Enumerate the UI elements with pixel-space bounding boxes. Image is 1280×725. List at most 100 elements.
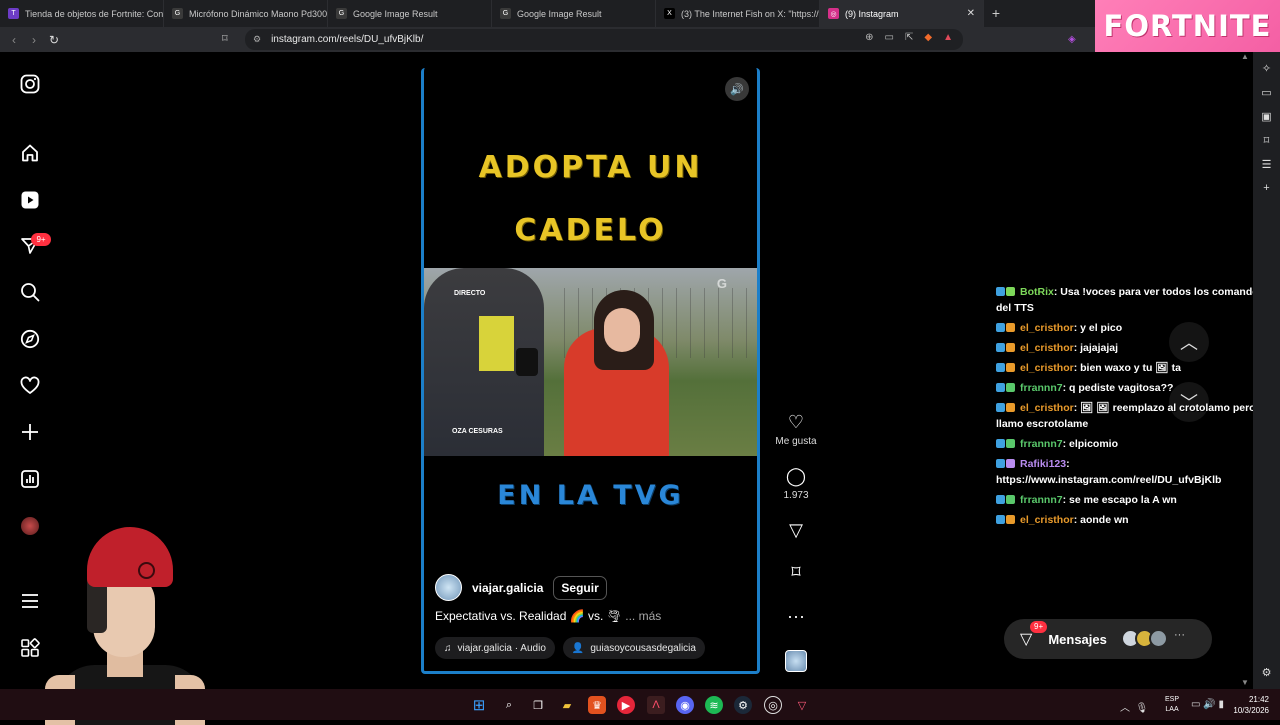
chat-username[interactable]: el_cristhor	[1020, 402, 1074, 414]
caption-more-link[interactable]: ... más	[625, 609, 661, 623]
chat-message: Rafiki123: https://www.instagram.com/ree…	[996, 456, 1280, 488]
screen-icon[interactable]: ▭	[885, 32, 894, 43]
comment-button[interactable]: ◯ 1.973	[771, 466, 821, 501]
windows-start-icon[interactable]: ⊞	[470, 696, 488, 714]
tray-icons[interactable]: ︿ 🎙	[1120, 699, 1148, 714]
grid-icon[interactable]	[20, 638, 40, 658]
messages-button[interactable]: ▽ 9+ Mensajes ···	[1004, 619, 1212, 659]
chat-username[interactable]: BotRix	[1020, 286, 1054, 298]
video-icon[interactable]: ▭	[1259, 86, 1274, 99]
save-button[interactable]: ⌑	[771, 562, 821, 584]
page-scrollbar[interactable]: ▲ ▼	[1240, 52, 1250, 689]
add-icon[interactable]: +	[1259, 182, 1274, 194]
menu-icon[interactable]	[20, 591, 40, 611]
channel-watermark: G	[716, 276, 727, 291]
stream-chat: BotRix: Usa !voces para ver todos los co…	[996, 284, 1280, 532]
reel-video[interactable]: 🔊 ADOPTA UN CADELO DIRECTO G OZA CESURAS…	[421, 68, 760, 674]
tagged-user-chip[interactable]: 👤 guiasoycousasdegalicia	[562, 637, 705, 659]
share-button[interactable]: ▽	[771, 520, 821, 542]
chat-username[interactable]: el_cristhor	[1020, 514, 1074, 526]
chat-username[interactable]: frrannn7	[1020, 438, 1063, 450]
browser-tab[interactable]: G Google Image Result	[492, 0, 656, 27]
chat-badge-icon	[1006, 515, 1015, 524]
instagram-logo-icon[interactable]	[20, 74, 40, 94]
search-icon[interactable]: ⌕	[500, 696, 518, 714]
chat-badge-icon	[996, 495, 1005, 504]
profile-avatar[interactable]	[21, 517, 39, 535]
author-name[interactable]: viajar.galicia	[472, 581, 543, 595]
follow-button[interactable]: Seguir	[553, 575, 607, 600]
chat-username[interactable]: el_cristhor	[1020, 322, 1074, 334]
audio-chip[interactable]: ♫ viajar.galicia · Audio	[435, 637, 555, 659]
browser-tab[interactable]: T Tienda de objetos de Fortnite: Conte	[0, 0, 164, 27]
reels-icon[interactable]	[20, 190, 40, 210]
avatar	[1149, 629, 1168, 648]
app-icon[interactable]: Λ	[647, 696, 665, 714]
close-tab-icon[interactable]: ✕	[967, 8, 975, 19]
heart-icon[interactable]	[20, 376, 40, 396]
messages-badge: 9+	[1030, 621, 1048, 633]
scroll-down-icon[interactable]: ▼	[1241, 678, 1249, 687]
chat-text: : bien waxo y tu 🖼 ta	[1073, 362, 1181, 374]
bookmarks-icon[interactable]: ⌑	[1259, 134, 1274, 147]
steam-icon[interactable]: ⚙	[734, 696, 752, 714]
video-frame: DIRECTO G OZA CESURAS	[424, 268, 757, 456]
new-tab-button[interactable]: +	[984, 0, 1008, 27]
chat-badge-icon	[1006, 383, 1015, 392]
scroll-up-icon[interactable]: ▲	[1241, 52, 1249, 61]
message-avatars: ···	[1121, 629, 1185, 648]
avatar-beanie	[87, 527, 173, 587]
browser-tab[interactable]: X (3) The Internet Fish on X: "https://t.…	[656, 0, 820, 27]
discord-icon[interactable]: ◉	[676, 696, 694, 714]
network-volume-icons[interactable]: ▭ 🔊 ▮	[1191, 699, 1224, 710]
more-icon: ···	[787, 606, 805, 626]
chat-badge-icon	[1006, 363, 1015, 372]
leo-ai-icon[interactable]: ✧	[1259, 62, 1274, 75]
spotify-icon[interactable]: ≋	[705, 696, 723, 714]
chat-username[interactable]: Rafiki123	[1020, 458, 1066, 470]
brave-browser-icon[interactable]: ♛	[588, 696, 606, 714]
site-info-icon[interactable]: ⚙	[253, 34, 261, 45]
audio-thumbnail[interactable]	[785, 650, 807, 672]
forward-icon[interactable]: ›	[24, 33, 44, 47]
more-options-button[interactable]: ···	[771, 606, 821, 628]
tab-favicon-icon: G	[172, 8, 183, 19]
file-explorer-icon[interactable]: ▰	[558, 696, 576, 714]
gear-icon[interactable]: ⚙	[1259, 666, 1274, 679]
browser-tab[interactable]: ◎ (9) Instagram ✕	[820, 0, 984, 27]
chat-username[interactable]: el_cristhor	[1020, 342, 1074, 354]
tab-label: (3) The Internet Fish on X: "https://t.c	[681, 8, 820, 19]
like-button[interactable]: ♡ Me gusta	[771, 412, 821, 447]
brave-shield-icon[interactable]: ◆	[924, 32, 932, 43]
chart-icon[interactable]	[20, 469, 40, 489]
brave-rewards-icon[interactable]: ▲	[943, 32, 953, 43]
task-view-icon[interactable]: ❐	[529, 696, 547, 714]
compass-icon[interactable]	[20, 329, 40, 349]
extension-icon[interactable]: ◈	[1068, 34, 1076, 45]
address-bar[interactable]: ⚙ instagram.com/reels/DU_ufvBjKlb/ ⊕ ▭ ⇱…	[245, 29, 963, 50]
reload-icon[interactable]: ↻	[44, 33, 64, 47]
volume-icon[interactable]: 🔊	[725, 77, 749, 101]
clock[interactable]: 21:42 10/3/2026	[1229, 694, 1269, 716]
keyboard-language[interactable]: ESP LAA	[1165, 695, 1179, 715]
wallet-icon[interactable]: ▣	[1259, 110, 1274, 123]
share-icon[interactable]: ⇱	[905, 32, 913, 43]
tab-label: Google Image Result	[517, 8, 602, 19]
zoom-icon[interactable]: ⊕	[865, 32, 873, 43]
plus-icon[interactable]	[20, 422, 40, 442]
chat-username[interactable]: el_cristhor	[1020, 362, 1074, 374]
bookmark-icon[interactable]: ⌑	[222, 32, 228, 45]
reading-list-icon[interactable]: ☰	[1259, 158, 1274, 171]
obs-icon[interactable]: ◎	[764, 696, 782, 714]
fortnite-ad-banner[interactable]: FORTNITE	[1095, 0, 1280, 52]
chat-username[interactable]: frrannn7	[1020, 382, 1063, 394]
app-icon[interactable]: ▽	[793, 696, 811, 714]
back-icon[interactable]: ‹	[4, 33, 24, 47]
media-player-icon[interactable]: ▶	[617, 696, 635, 714]
chat-username[interactable]: frrannn7	[1020, 494, 1063, 506]
home-icon[interactable]	[20, 143, 40, 163]
browser-tab[interactable]: G Google Image Result	[328, 0, 492, 27]
search-icon[interactable]	[20, 282, 40, 302]
browser-tab[interactable]: G Micrófono Dinámico Maono Pd300x	[164, 0, 328, 27]
author-avatar[interactable]	[435, 574, 462, 601]
